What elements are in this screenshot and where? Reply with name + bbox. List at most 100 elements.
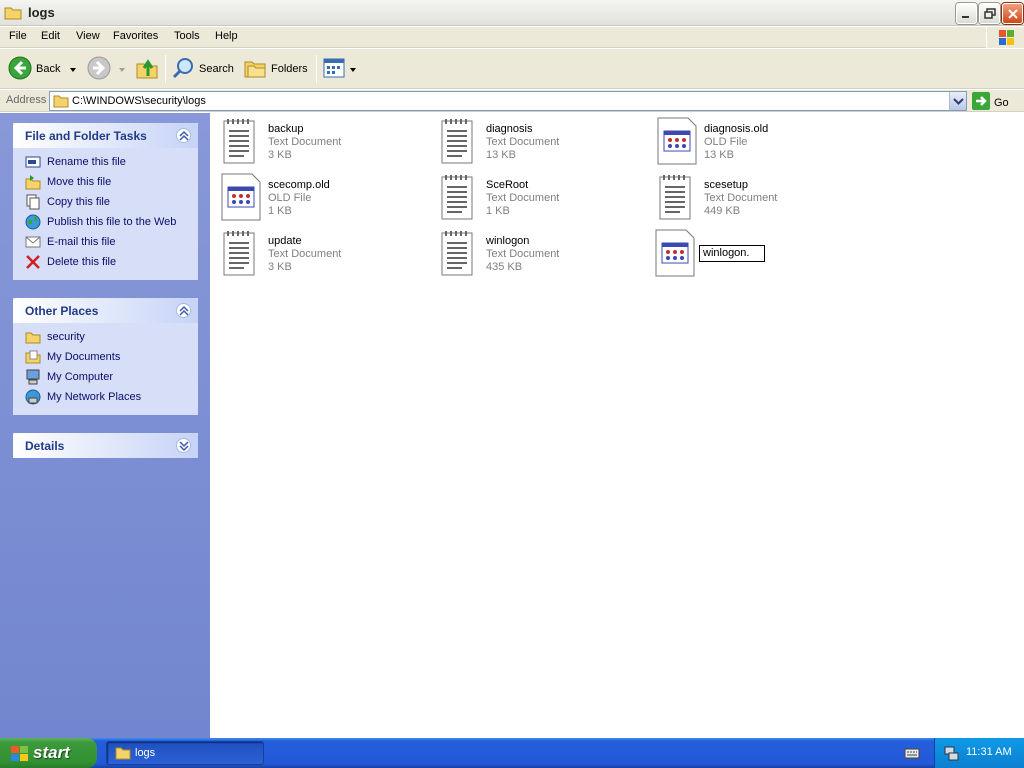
file-item[interactable]: diagnosis.old OLD File 13 KB xyxy=(656,117,856,169)
collapse-icon[interactable] xyxy=(176,128,191,143)
start-label: start xyxy=(33,743,70,762)
my-documents-icon xyxy=(25,349,41,365)
go-button[interactable]: Go xyxy=(972,92,1009,113)
taskbar: start logs 11:31 AM xyxy=(0,738,1024,768)
file-item[interactable]: scesetup Text Document 449 KB xyxy=(656,173,856,225)
address-dropdown-button[interactable] xyxy=(949,92,966,110)
back-dropdown-icon[interactable] xyxy=(70,63,77,75)
task-label: Copy this file xyxy=(47,196,110,208)
forward-arrow-icon xyxy=(87,56,111,83)
renaming-file[interactable]: winlogon. xyxy=(654,229,854,281)
file-view[interactable]: backup Text Document 3 KB diagnosis Text Doc… xyxy=(210,113,1024,738)
minimize-button[interactable] xyxy=(956,3,977,24)
old-file-icon xyxy=(656,117,698,165)
title-bar[interactable]: logs xyxy=(0,0,1024,26)
file-item[interactable]: scecomp.old OLD File 1 KB xyxy=(220,173,420,225)
file-name: update xyxy=(268,235,302,247)
address-label: Address xyxy=(6,94,47,106)
file-name: diagnosis.old xyxy=(704,123,769,135)
rename-file-task[interactable]: Rename this file xyxy=(13,152,198,172)
task-label: Rename this file xyxy=(47,156,126,168)
file-type: Text Document xyxy=(486,136,560,148)
file-item[interactable]: SceRoot Text Document 1 KB xyxy=(438,173,638,225)
expand-icon[interactable] xyxy=(176,438,191,453)
network-icon xyxy=(25,389,41,405)
file-type: Text Document xyxy=(486,192,560,204)
up-folder-button[interactable] xyxy=(135,55,159,83)
place-my-computer[interactable]: My Computer xyxy=(13,367,198,387)
menu-edit[interactable]: Edit xyxy=(41,30,60,42)
panel-header[interactable]: Details xyxy=(13,433,198,458)
place-my-documents[interactable]: My Documents xyxy=(13,347,198,367)
details-panel: Details xyxy=(13,433,198,458)
rename-input[interactable]: winlogon. xyxy=(699,245,765,262)
file-name: SceRoot xyxy=(486,179,529,191)
file-size: 449 KB xyxy=(704,205,741,217)
copy-file-task[interactable]: Copy this file xyxy=(13,192,198,212)
email-icon xyxy=(25,234,41,250)
panel-title: Other Places xyxy=(25,304,99,318)
file-item[interactable]: diagnosis Text Document 13 KB xyxy=(438,117,638,169)
task-pane: File and Folder Tasks Rename this file M… xyxy=(0,113,210,738)
publish-web-task[interactable]: Publish this file to the Web xyxy=(13,212,198,232)
file-item[interactable]: update Text Document 3 KB xyxy=(220,229,420,281)
place-my-network-places[interactable]: My Network Places xyxy=(13,387,198,407)
taskbar-window-logs[interactable]: logs xyxy=(106,741,264,765)
windows-logo-icon xyxy=(986,27,1024,48)
taskbar-window-label: logs xyxy=(135,747,156,759)
rename-icon xyxy=(25,154,41,170)
place-label: My Network Places xyxy=(47,391,142,403)
place-security[interactable]: security xyxy=(13,327,198,347)
file-size: 3 KB xyxy=(268,149,292,161)
forward-dropdown-icon[interactable] xyxy=(119,63,125,75)
text-document-icon xyxy=(438,229,480,277)
delete-x-icon xyxy=(25,254,41,270)
clock[interactable]: 11:31 AM xyxy=(966,746,1012,758)
restore-button[interactable] xyxy=(979,3,1000,24)
windows-flag-icon xyxy=(9,744,31,767)
file-type: OLD File xyxy=(704,136,748,148)
panel-header[interactable]: File and Folder Tasks xyxy=(13,123,198,148)
folder-icon xyxy=(53,94,69,111)
panel-header[interactable]: Other Places xyxy=(13,298,198,323)
forward-button[interactable] xyxy=(87,55,125,83)
folders-icon xyxy=(243,56,267,83)
back-button[interactable]: Back xyxy=(8,55,77,83)
text-document-icon xyxy=(438,117,480,165)
menu-tools[interactable]: Tools xyxy=(174,30,200,42)
search-label: Search xyxy=(199,63,234,75)
file-type: Text Document xyxy=(486,248,560,260)
folders-button[interactable]: Folders xyxy=(243,55,308,83)
address-input[interactable]: C:\WINDOWS\security\logs xyxy=(49,91,967,111)
back-arrow-icon xyxy=(8,56,32,83)
file-name: diagnosis xyxy=(486,123,533,135)
system-tray: 11:31 AM xyxy=(934,738,1024,768)
menu-view[interactable]: View xyxy=(76,30,100,42)
move-file-task[interactable]: Move this file xyxy=(13,172,198,192)
file-name: scecomp.old xyxy=(268,179,330,191)
other-places-panel: Other Places security My Documents My Co… xyxy=(13,298,198,415)
start-button[interactable]: start xyxy=(0,738,97,768)
menu-favorites[interactable]: Favorites xyxy=(113,30,158,42)
views-button[interactable] xyxy=(322,55,356,83)
place-label: My Documents xyxy=(47,351,121,363)
file-item[interactable]: winlogon Text Document 435 KB xyxy=(438,229,638,281)
file-item[interactable]: backup Text Document 3 KB xyxy=(220,117,420,169)
globe-icon xyxy=(25,214,41,230)
file-size: 3 KB xyxy=(268,261,292,273)
email-file-task[interactable]: E-mail this file xyxy=(13,232,198,252)
delete-file-task[interactable]: Delete this file xyxy=(13,252,198,272)
network-tray-icon[interactable] xyxy=(943,745,959,764)
views-dropdown-icon[interactable] xyxy=(350,63,356,75)
menu-file[interactable]: File xyxy=(9,30,27,42)
collapse-icon[interactable] xyxy=(176,303,191,318)
file-name: backup xyxy=(268,123,304,135)
close-button[interactable] xyxy=(1002,3,1023,24)
search-button[interactable]: Search xyxy=(171,55,234,83)
keyboard-icon[interactable] xyxy=(904,746,920,763)
file-type: Text Document xyxy=(268,136,342,148)
folder-icon xyxy=(115,746,131,763)
file-size: 13 KB xyxy=(704,149,734,161)
menu-help[interactable]: Help xyxy=(215,30,238,42)
task-label: Delete this file xyxy=(47,256,117,268)
